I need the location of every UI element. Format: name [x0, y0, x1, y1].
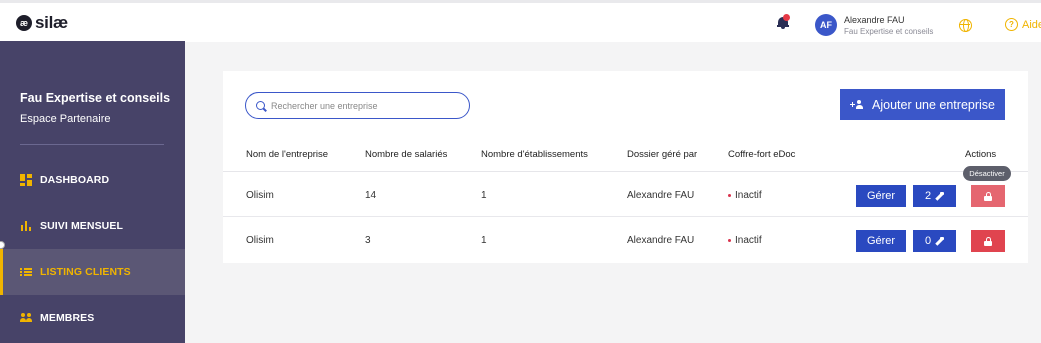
- sidebar-item-membres[interactable]: MEMBRES: [0, 295, 185, 341]
- avatar[interactable]: AF: [815, 14, 837, 36]
- edoc-status: Inactif: [728, 235, 762, 246]
- column-header[interactable]: Coffre-fort eDoc: [728, 149, 795, 160]
- column-header[interactable]: Nombre d'établissements: [481, 149, 588, 160]
- help-circle-icon: ?: [1005, 18, 1018, 31]
- company-name: Olisim: [246, 190, 274, 201]
- table-row: Olisim 14 1 Alexandre FAU Inactif Gérer …: [223, 173, 1028, 217]
- sidebar-item-listing-clients[interactable]: LISTING CLIENTS: [0, 249, 185, 295]
- establishment-count: 1: [481, 190, 487, 201]
- table-header: Nom de l'entreprise Nombre de salariés N…: [223, 135, 1028, 172]
- sidebar-company-name: Fau Expertise et conseils: [20, 91, 171, 105]
- silae-logo[interactable]: æ silæ: [16, 13, 68, 33]
- column-header[interactable]: Nombre de salariés: [365, 149, 447, 160]
- add-company-button[interactable]: Ajouter une entreprise: [840, 89, 1005, 120]
- sidebar-item-label: SUIVI MENSUEL: [40, 220, 123, 232]
- employee-count: 3: [365, 235, 371, 246]
- notification-dot: [783, 14, 790, 21]
- establishment-count: 1: [481, 235, 487, 246]
- column-header[interactable]: Nom de l'entreprise: [246, 149, 328, 160]
- user-company: Fau Expertise et conseils: [844, 27, 934, 36]
- user-name[interactable]: Alexandre FAU: [844, 15, 905, 25]
- help-label: Aide: [1022, 18, 1041, 31]
- language-globe-icon[interactable]: [959, 19, 972, 32]
- tools-button[interactable]: 2: [913, 185, 956, 207]
- status-dot-icon: [728, 239, 731, 242]
- clients-card: Ajouter une entreprise Nom de l'entrepri…: [223, 71, 1028, 263]
- sidebar-item-suivi-mensuel[interactable]: SUIVI MENSUEL: [0, 203, 185, 249]
- lock-icon: [984, 236, 992, 246]
- notification-bell-icon[interactable]: [777, 14, 790, 29]
- sidebar-item-label: MEMBRES: [40, 312, 95, 324]
- managed-by: Alexandre FAU: [627, 190, 695, 201]
- edoc-status-label: Inactif: [735, 235, 762, 246]
- search-input[interactable]: [271, 100, 461, 111]
- sidebar-item-label: LISTING CLIENTS: [40, 266, 131, 278]
- bar-chart-icon: [20, 220, 32, 232]
- tools-button[interactable]: 0: [913, 230, 956, 252]
- wrench-icon: [935, 191, 945, 201]
- tools-count: 0: [924, 235, 932, 247]
- logo-text: silæ: [35, 13, 68, 32]
- sidebar-item-label: DASHBOARD: [40, 174, 110, 186]
- add-group-icon: [850, 99, 864, 110]
- managed-by: Alexandre FAU: [627, 235, 695, 246]
- status-dot-icon: [728, 194, 731, 197]
- column-header: Actions: [965, 149, 997, 160]
- sidebar-space-name: Espace Partenaire: [20, 113, 111, 125]
- deactivate-button[interactable]: [971, 230, 1005, 252]
- edoc-status-label: Inactif: [735, 190, 762, 201]
- edoc-status: Inactif: [728, 190, 762, 201]
- logo-mark: æ: [16, 15, 32, 31]
- list-icon: [20, 266, 32, 278]
- deactivate-tooltip: Désactiver: [963, 166, 1011, 181]
- table-row: Olisim 3 1 Alexandre FAU Inactif Gérer 0: [223, 218, 1028, 262]
- sidebar-item-dashboard[interactable]: DASHBOARD: [0, 157, 185, 203]
- company-name: Olisim: [246, 235, 274, 246]
- manage-button[interactable]: Gérer: [856, 230, 906, 252]
- lock-icon: [984, 191, 992, 201]
- wrench-icon: [935, 236, 945, 246]
- search-icon: [256, 101, 265, 110]
- employee-count: 14: [365, 190, 377, 201]
- add-company-label: Ajouter une entreprise: [872, 97, 995, 112]
- top-bar: æ silæ AF Alexandre FAU Fau Expertise et…: [0, 0, 1041, 42]
- column-header[interactable]: Dossier géré par: [627, 149, 697, 160]
- manage-button[interactable]: Gérer: [856, 185, 906, 207]
- sidebar-divider: [20, 144, 164, 145]
- deactivate-button[interactable]: [971, 185, 1005, 207]
- tools-count: 2: [924, 190, 932, 202]
- dashboard-grid-icon: [20, 174, 32, 186]
- help-button[interactable]: ? Aide: [1005, 18, 1041, 31]
- people-icon: [20, 312, 32, 324]
- sidebar: Fau Expertise et conseils Espace Partena…: [0, 41, 185, 343]
- search-box[interactable]: [245, 92, 470, 119]
